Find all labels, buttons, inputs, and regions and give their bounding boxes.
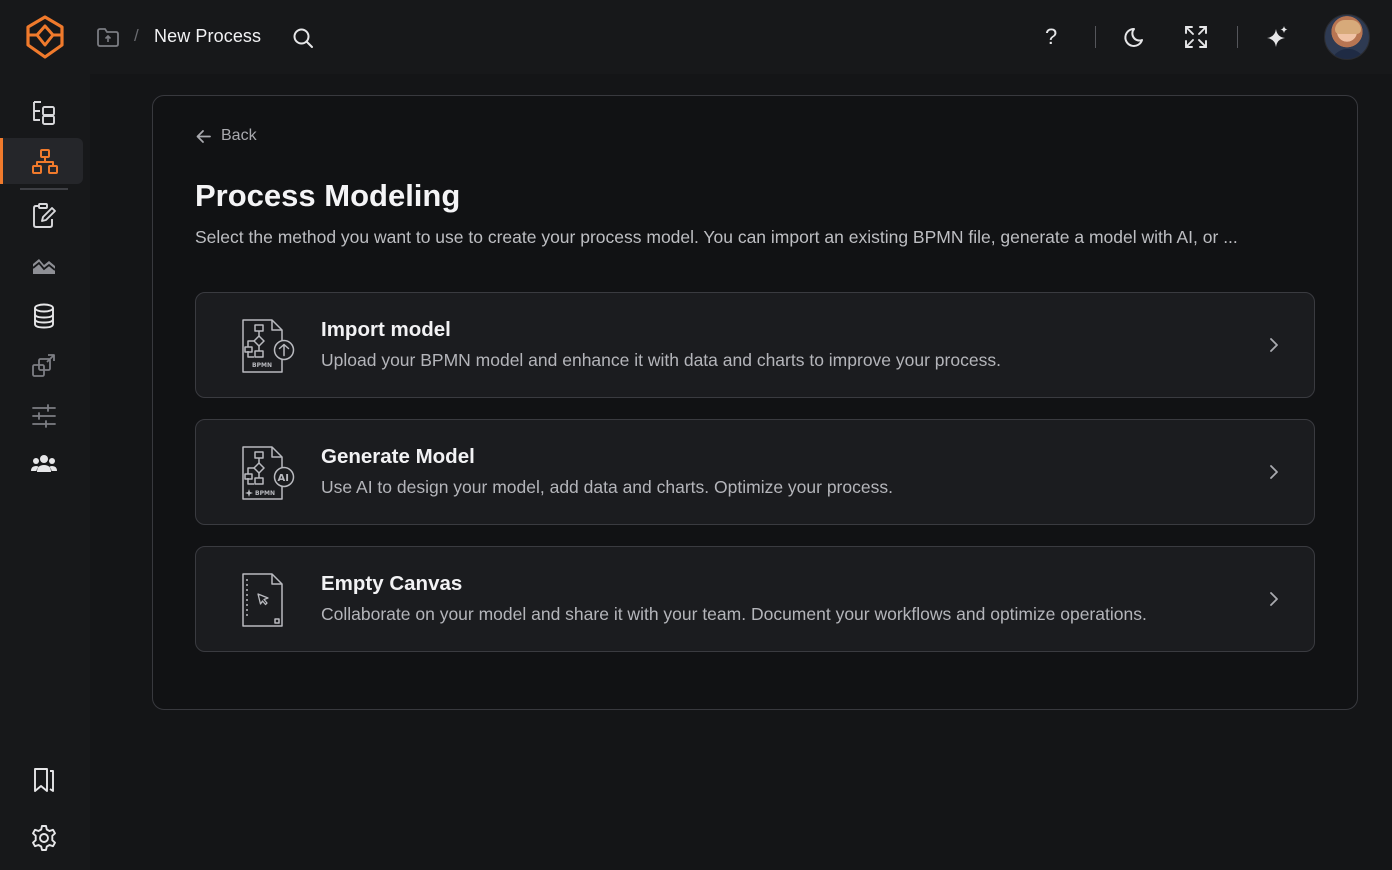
option-title: Generate Model xyxy=(321,445,475,468)
avatar-hair xyxy=(1335,20,1361,34)
sidebar-item-filters[interactable] xyxy=(0,392,90,438)
back-link[interactable]: Back xyxy=(195,125,257,147)
import-model-option[interactable]: BPMN Import model Upload your BPMN model… xyxy=(195,292,1315,398)
chevron-right-icon xyxy=(1270,592,1278,606)
fullscreen-icon[interactable] xyxy=(1183,24,1209,50)
chevron-right-icon xyxy=(1270,465,1278,479)
clipboard-edit-icon xyxy=(33,203,56,228)
sidebar-item-tasks[interactable] xyxy=(0,192,90,238)
breadcrumb-separator: / xyxy=(134,26,139,45)
folder-icon[interactable] xyxy=(96,26,120,48)
sliders-icon xyxy=(32,404,56,428)
back-label: Back xyxy=(221,127,257,144)
moon-icon[interactable] xyxy=(1123,24,1149,50)
bookmark-icon xyxy=(34,768,54,792)
generate-model-option[interactable]: AI BPMN Generate Model Use AI to design … xyxy=(195,419,1315,525)
sidebar-item-bookmarks[interactable] xyxy=(0,756,90,802)
bpmn-upload-file-icon: BPMN xyxy=(242,319,295,373)
sidebar-item-data[interactable] xyxy=(0,292,90,338)
option-title: Import model xyxy=(321,318,451,341)
option-description: Use AI to design your model, add data an… xyxy=(321,477,893,497)
page-title: Process Modeling xyxy=(195,178,461,213)
sparkle-icon[interactable] xyxy=(1264,24,1290,50)
top-bar: / New Process ? xyxy=(0,0,1392,74)
divider xyxy=(1237,26,1238,48)
avatar[interactable] xyxy=(1324,14,1370,60)
ai-badge: AI xyxy=(278,473,289,484)
bpmn-caption: BPMN xyxy=(252,362,272,369)
sidebar-item-tree[interactable] xyxy=(0,88,90,134)
option-description: Upload your BPMN model and enhance it wi… xyxy=(321,350,1001,370)
shapes-share-icon xyxy=(32,354,55,377)
sidebar-item-analytics[interactable] xyxy=(0,242,90,288)
empty-canvas-file-icon xyxy=(242,573,283,627)
option-title: Empty Canvas xyxy=(321,572,463,595)
sidebar-active-underline xyxy=(20,188,68,190)
sidebar-item-users[interactable] xyxy=(0,440,90,486)
sidebar xyxy=(0,74,90,870)
process-hierarchy-icon xyxy=(32,149,58,174)
option-description: Collaborate on your model and share it w… xyxy=(321,604,1147,624)
app-logo-icon[interactable] xyxy=(24,14,66,60)
sidebar-item-settings[interactable] xyxy=(0,814,90,860)
chevron-right-icon xyxy=(1270,338,1278,352)
tree-icon xyxy=(33,101,55,125)
help-icon[interactable]: ? xyxy=(1045,24,1057,50)
search-icon[interactable] xyxy=(291,26,315,50)
bpmn-ai-file-icon: AI BPMN xyxy=(242,446,295,500)
process-modeling-card: Back Process Modeling Select the method … xyxy=(152,95,1358,710)
breadcrumb-current[interactable]: New Process xyxy=(154,26,261,47)
empty-canvas-option[interactable]: Empty Canvas Collaborate on your model a… xyxy=(195,546,1315,652)
divider xyxy=(1095,26,1096,48)
avatar-shirt xyxy=(1331,49,1365,59)
sidebar-item-process[interactable] xyxy=(0,138,83,184)
users-icon xyxy=(31,455,57,472)
page-description: Select the method you want to use to cre… xyxy=(195,227,1238,247)
arrow-left-icon xyxy=(196,129,211,143)
bpmn-caption: BPMN xyxy=(255,490,275,497)
settings-icon xyxy=(32,825,56,851)
database-icon xyxy=(34,303,54,329)
sidebar-item-integrations[interactable] xyxy=(0,342,90,388)
chart-landscape-icon xyxy=(32,259,56,274)
